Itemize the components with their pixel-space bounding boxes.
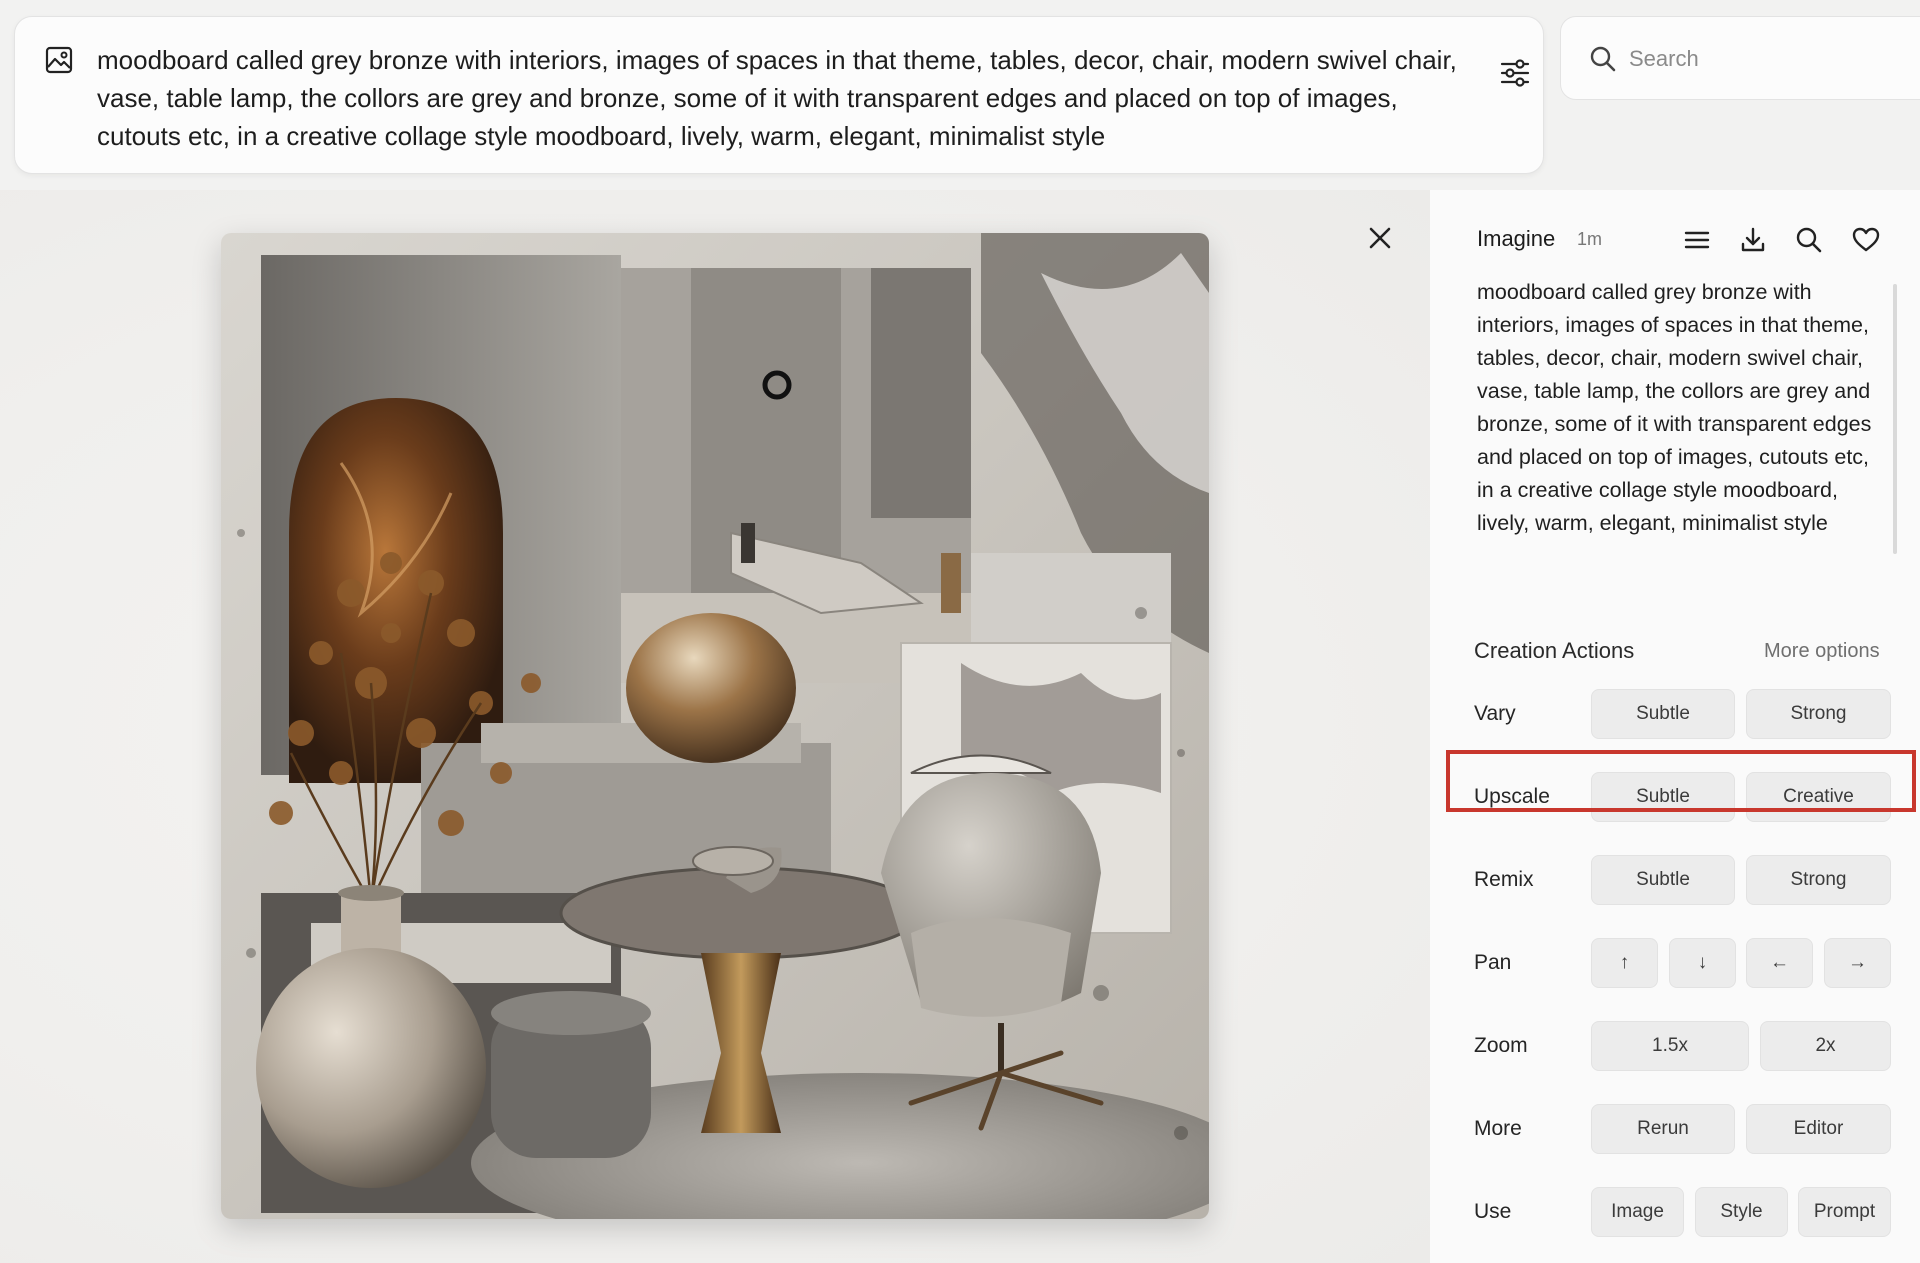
list-icon[interactable] xyxy=(1683,226,1711,254)
download-icon[interactable] xyxy=(1739,226,1767,254)
sliders-icon[interactable] xyxy=(1499,57,1531,89)
prompt-bar[interactable]: moodboard called grey bronze with interi… xyxy=(14,16,1544,174)
heart-icon[interactable] xyxy=(1852,226,1880,254)
use-style-button[interactable]: Style xyxy=(1695,1187,1788,1237)
pan-down-button[interactable]: ↓ xyxy=(1669,938,1736,988)
prompt-description: moodboard called grey bronze with interi… xyxy=(1477,280,1872,535)
editor-button[interactable]: Editor xyxy=(1746,1104,1891,1154)
remix-subtle-button[interactable]: Subtle xyxy=(1591,855,1735,905)
generated-image[interactable] xyxy=(221,233,1209,1219)
more-options-link[interactable]: More options xyxy=(1764,640,1880,663)
rerun-button[interactable]: Rerun xyxy=(1591,1104,1735,1154)
more-label: More xyxy=(1474,1117,1522,1140)
creation-actions-title: Creation Actions xyxy=(1474,638,1635,663)
use-label: Use xyxy=(1474,1200,1512,1223)
description-scrollbar[interactable] xyxy=(1893,284,1897,554)
zoom-label: Zoom xyxy=(1474,1034,1528,1057)
remix-label: Remix xyxy=(1474,868,1534,891)
use-prompt-button[interactable]: Prompt xyxy=(1798,1187,1891,1237)
pan-right-button[interactable]: → xyxy=(1824,938,1891,988)
upscale-highlight xyxy=(1446,750,1916,812)
image-icon[interactable] xyxy=(45,46,73,74)
search-icon[interactable] xyxy=(1795,226,1823,254)
search-input[interactable] xyxy=(1629,39,1909,79)
search-box[interactable] xyxy=(1560,16,1920,100)
vary-strong-button[interactable]: Strong xyxy=(1746,689,1891,739)
use-image-button[interactable]: Image xyxy=(1591,1187,1684,1237)
vary-subtle-button[interactable]: Subtle xyxy=(1591,689,1735,739)
close-icon[interactable] xyxy=(1366,224,1394,252)
search-icon xyxy=(1590,46,1616,72)
pan-left-button[interactable]: ← xyxy=(1746,938,1813,988)
vary-label: Vary xyxy=(1474,702,1516,725)
remix-strong-button[interactable]: Strong xyxy=(1746,855,1891,905)
pan-label: Pan xyxy=(1474,951,1512,974)
detail-timestamp: 1m xyxy=(1577,229,1603,249)
detail-title: Imagine xyxy=(1477,226,1556,251)
zoom-1-5x-button[interactable]: 1.5x xyxy=(1591,1021,1749,1071)
prompt-text[interactable]: moodboard called grey bronze with interi… xyxy=(97,41,1457,155)
moodboard-collage xyxy=(221,233,1209,1219)
pan-up-button[interactable]: ↑ xyxy=(1591,938,1658,988)
zoom-2x-button[interactable]: 2x xyxy=(1760,1021,1891,1071)
